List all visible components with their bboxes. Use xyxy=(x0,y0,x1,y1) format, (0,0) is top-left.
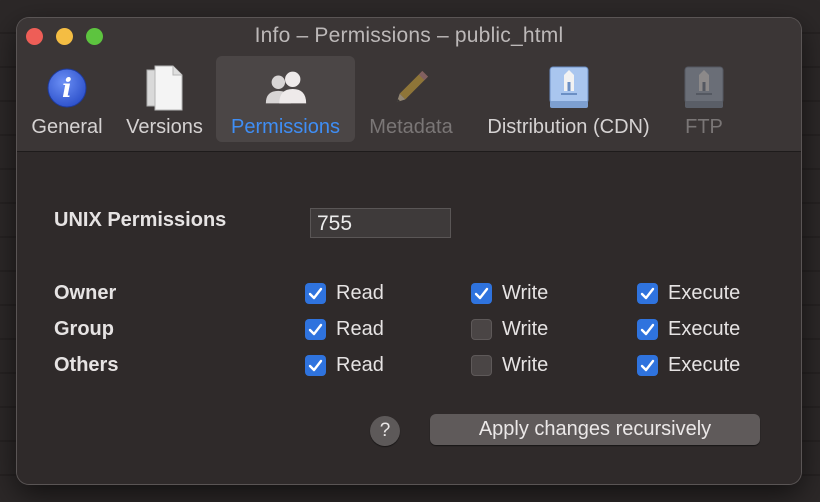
info-icon: i xyxy=(43,62,91,114)
others-execute-checkbox[interactable] xyxy=(637,355,658,376)
owner-execute-checkbox[interactable] xyxy=(637,283,658,304)
tab-general[interactable]: i General xyxy=(25,56,109,142)
help-button[interactable]: ? xyxy=(370,416,400,446)
pencil-icon xyxy=(387,62,435,114)
tab-general-label: General xyxy=(31,116,103,138)
group-execute-label: Execute xyxy=(668,318,741,340)
tab-ftp[interactable]: FTP xyxy=(674,56,734,142)
unix-permissions-label: UNIX Permissions xyxy=(54,209,227,231)
others-execute-label: Execute xyxy=(668,354,741,376)
owner-read-checkbox[interactable] xyxy=(305,283,326,304)
tab-distribution-cdn[interactable]: Distribution (CDN) xyxy=(469,56,668,142)
tab-versions-label: Versions xyxy=(126,116,203,138)
drive-icon xyxy=(545,62,593,114)
row-label-others: Others xyxy=(54,354,119,376)
tab-permissions[interactable]: Permissions xyxy=(216,56,355,142)
group-execute-checkbox[interactable] xyxy=(637,319,658,340)
tab-metadata-label: Metadata xyxy=(369,116,453,138)
group-read-checkbox[interactable] xyxy=(305,319,326,340)
info-window: Info – Permissions – public_html i Gener… xyxy=(17,18,801,484)
window-title: Info – Permissions – public_html xyxy=(254,24,564,47)
row-label-owner: Owner xyxy=(54,282,117,304)
svg-text:i: i xyxy=(62,74,72,104)
apply-recursively-button[interactable]: Apply changes recursively xyxy=(430,414,760,445)
others-read-label: Read xyxy=(336,354,384,376)
group-write-label: Write xyxy=(502,318,549,340)
owner-write-checkbox[interactable] xyxy=(471,283,492,304)
owner-execute-label: Execute xyxy=(668,282,741,304)
owner-write-label: Write xyxy=(502,282,549,304)
tab-metadata[interactable]: Metadata xyxy=(361,56,461,142)
tab-permissions-label: Permissions xyxy=(231,116,340,138)
others-write-label: Write xyxy=(502,354,549,376)
group-read-label: Read xyxy=(336,318,384,340)
documents-icon xyxy=(141,62,189,114)
tab-ftp-label: FTP xyxy=(685,116,723,138)
row-label-group: Group xyxy=(54,318,114,340)
others-write-checkbox[interactable] xyxy=(471,355,492,376)
drive-icon xyxy=(680,62,728,114)
others-read-checkbox[interactable] xyxy=(305,355,326,376)
group-write-checkbox[interactable] xyxy=(471,319,492,340)
tab-versions[interactable]: Versions xyxy=(117,56,212,142)
owner-read-label: Read xyxy=(336,282,384,304)
tab-distribution-label: Distribution (CDN) xyxy=(487,116,650,138)
unix-permissions-field[interactable]: 755 xyxy=(310,208,451,238)
toolbar: Info – Permissions – public_html i Gener… xyxy=(17,18,801,152)
users-icon xyxy=(262,62,310,114)
